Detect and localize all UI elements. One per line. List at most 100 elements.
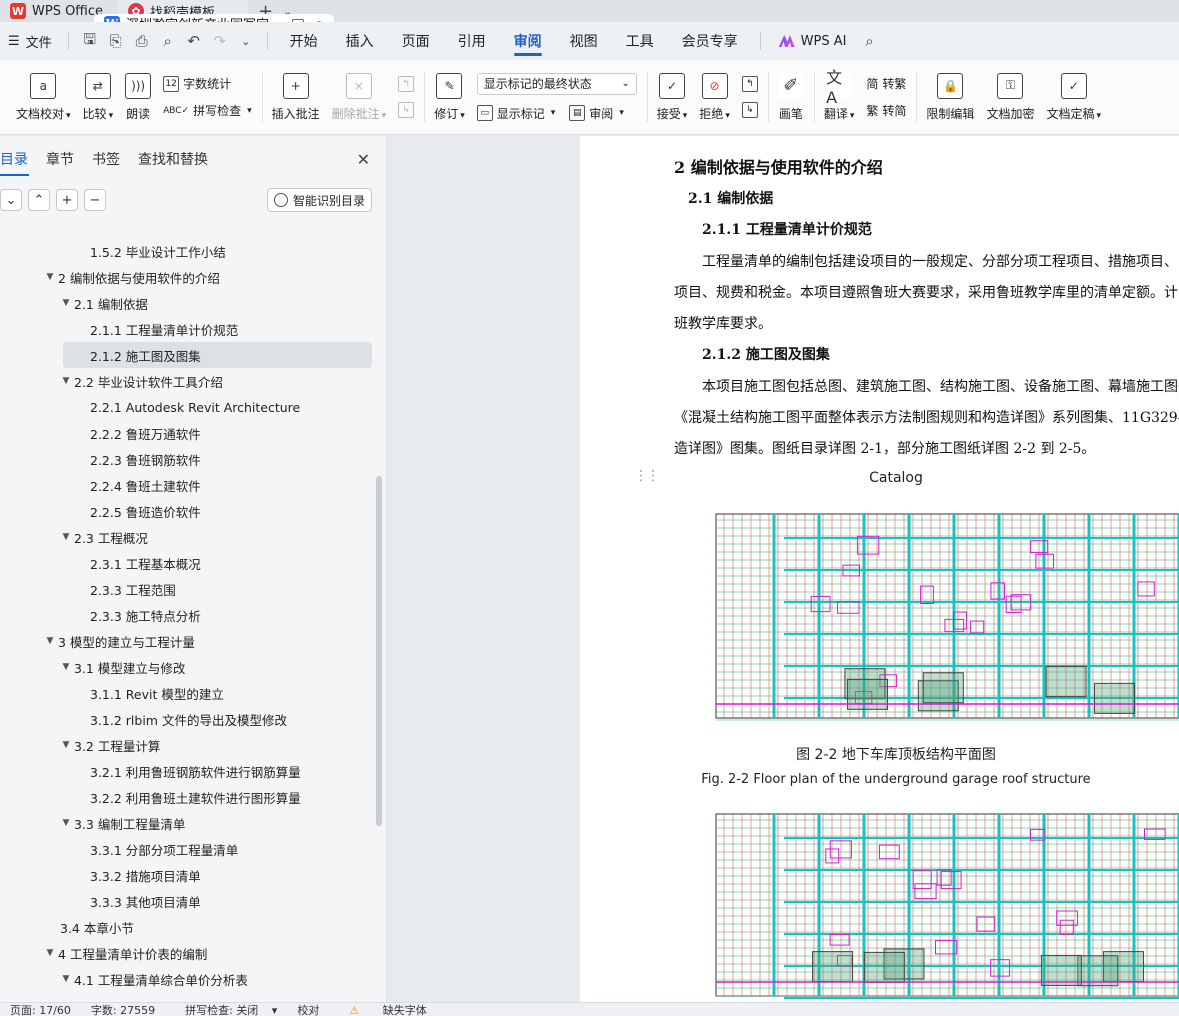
tab-toc[interactable]: 目录 xyxy=(0,136,37,182)
spell-check-status[interactable]: 拼写检查: 关闭 ▾ xyxy=(165,1003,287,1016)
to-traditional-button[interactable]: 简 转繁 xyxy=(866,75,906,92)
toc-item[interactable]: ▼ 4 工程量清单计价表的编制 xyxy=(0,940,372,966)
collapse-triangle-icon[interactable]: ▼ xyxy=(58,662,74,672)
toc-item[interactable]: 2.1.2 施工图及图集 xyxy=(63,342,372,368)
collapse-triangle-icon[interactable]: ▼ xyxy=(42,272,58,282)
word-count-button[interactable]: 12 字数统计 xyxy=(163,75,252,92)
toc-item[interactable]: 3.2.1 利用鲁班钢筋软件进行钢筋算量 xyxy=(0,758,372,784)
toc-item[interactable]: 2.2.2 鲁班万通软件 xyxy=(0,420,372,446)
print-icon[interactable]: ⎙ xyxy=(129,28,155,54)
previous-comment-icon[interactable]: ↰ xyxy=(398,76,415,92)
collapse-triangle-icon[interactable]: ▼ xyxy=(58,974,74,984)
toc-item[interactable]: 2.2.1 Autodesk Revit Architecture xyxy=(0,394,372,420)
print-preview-icon[interactable]: ⌕ xyxy=(155,28,181,54)
to-simplified-button[interactable]: 繁 转简 xyxy=(866,102,906,119)
quick-access-dropdown-icon[interactable]: ⌄ xyxy=(233,28,259,54)
smart-toc-button[interactable]: 智能识别目录 xyxy=(266,188,372,212)
finalize-button[interactable]: ✓ 文档定稿 ▾ xyxy=(1040,60,1107,134)
heading-2-1-2: 2.1.2 施工图及图集 xyxy=(702,347,830,363)
toc-item[interactable]: 3.3.3 其他项目清单 xyxy=(0,888,372,914)
toc-item[interactable]: ▼ 2 编制依据与使用软件的介绍 xyxy=(0,264,372,290)
collapse-triangle-icon[interactable]: ▼ xyxy=(58,298,74,308)
toc-item[interactable]: 2.2.3 鲁班钢筋软件 xyxy=(0,446,372,472)
figure-caption-en: Fig. 2-2 Floor plan of the underground g… xyxy=(701,772,1091,787)
page-counter[interactable]: 页面: 17/60 xyxy=(0,1003,81,1016)
tab-bookmarks[interactable]: 书签 xyxy=(83,136,129,182)
expand-all-icon[interactable]: ⌄ xyxy=(0,189,22,211)
menu-item-start[interactable]: 开始 xyxy=(276,22,332,60)
toc-item[interactable]: 2.2.5 鲁班造价软件 xyxy=(0,498,372,524)
previous-change-icon[interactable]: ↰ xyxy=(741,76,758,92)
toc-item[interactable]: 1.5.2 毕业设计工作小结 xyxy=(0,238,372,264)
chevron-up-icon[interactable]: ⌃ xyxy=(28,189,50,211)
show-markup-button[interactable]: ▭ 显示标记 ▾ xyxy=(476,105,555,122)
close-icon[interactable]: ✕ xyxy=(357,150,370,169)
collapse-triangle-icon[interactable]: ▼ xyxy=(58,818,74,828)
undo-icon[interactable]: ↶ xyxy=(181,28,207,54)
export-icon[interactable]: ⎘ xyxy=(103,28,129,54)
toc-item[interactable]: ▼ 2.1 编制依据 xyxy=(0,290,372,316)
toc-item[interactable]: 3.1.1 Revit 模型的建立 xyxy=(0,680,372,706)
menu-item-review[interactable]: 审阅 xyxy=(500,22,556,60)
reject-button[interactable]: ⊘ 拒绝 ▾ xyxy=(693,60,736,134)
menu-item-member[interactable]: 会员专享 xyxy=(668,22,752,60)
collapse-triangle-icon[interactable]: ▼ xyxy=(58,376,74,386)
spell-check-button[interactable]: ABC✓ 拼写检查 ▾ xyxy=(163,102,252,119)
review-pane-label: 审阅 xyxy=(589,106,614,121)
doc-check-button[interactable]: a 文档校对 ▾ xyxy=(10,60,77,134)
search-icon[interactable]: ⌕ xyxy=(856,28,882,54)
toc-item[interactable]: 2.1.1 工程量清单计价规范 xyxy=(0,316,372,342)
menu-item-page[interactable]: 页面 xyxy=(388,22,444,60)
translate-button[interactable]: 文A 翻译 ▾ xyxy=(818,60,861,134)
toc-item[interactable]: 2.3.1 工程基本概况 xyxy=(0,550,372,576)
toc-item[interactable]: 3.2.2 利用鲁班土建软件进行图形算量 xyxy=(0,784,372,810)
tab-find-replace[interactable]: 查找和替换 xyxy=(129,136,217,182)
collapse-triangle-icon[interactable]: ▼ xyxy=(42,948,58,958)
read-aloud-button[interactable]: ))) 朗读 xyxy=(119,60,157,134)
markup-display-select[interactable]: 显示标记的最终状态 ⌄ xyxy=(476,72,637,95)
add-heading-icon[interactable]: + xyxy=(56,189,78,211)
toc-item[interactable]: ▼ 2.2 毕业设计软件工具介绍 xyxy=(0,368,372,394)
missing-font-status[interactable]: ⚠ 缺失字体 xyxy=(329,1003,446,1016)
collapse-triangle-icon[interactable]: ▼ xyxy=(58,740,74,750)
toc-item[interactable]: ▼ 2.3 工程概况 xyxy=(0,524,372,550)
toc-item[interactable]: ▼ 3.1 模型建立与修改 xyxy=(0,654,372,680)
proof-status[interactable]: 校对 xyxy=(287,1003,329,1016)
save-icon[interactable]: 🖫 xyxy=(77,28,103,54)
insert-comment-button[interactable]: + 插入批注 xyxy=(266,60,326,134)
collapse-triangle-icon[interactable]: ▼ xyxy=(42,636,58,646)
redo-icon[interactable]: ↷ xyxy=(207,28,233,54)
toc-item[interactable]: ▼ 3.2 工程量计算 xyxy=(0,732,372,758)
menu-item-view[interactable]: 视图 xyxy=(556,22,612,60)
menu-item-insert[interactable]: 插入 xyxy=(332,22,388,60)
pen-button[interactable]: ✐ 画笔 xyxy=(772,60,810,134)
file-menu[interactable]: ☰ 文件 xyxy=(0,32,60,51)
remove-heading-icon[interactable]: − xyxy=(84,189,106,211)
delete-comment-button[interactable]: × 删除批注 ▾ xyxy=(326,60,393,134)
toc-item[interactable]: 2.2.4 鲁班土建软件 xyxy=(0,472,372,498)
toc-item[interactable]: 2.3.3 施工特点分析 xyxy=(0,602,372,628)
accept-button[interactable]: ✓ 接受 ▾ xyxy=(651,60,694,134)
menu-item-reference[interactable]: 引用 xyxy=(444,22,500,60)
toc-item[interactable]: ▼ 4.1 工程量清单综合单价分析表 xyxy=(0,966,372,992)
toc-item[interactable]: 2.3.3 工程范围 xyxy=(0,576,372,602)
toc-item[interactable]: 3.1.2 rlbim 文件的导出及模型修改 xyxy=(0,706,372,732)
menu-item-tools[interactable]: 工具 xyxy=(612,22,668,60)
word-counter[interactable]: 字数: 27559 xyxy=(81,1003,165,1016)
collapse-triangle-icon[interactable]: ▼ xyxy=(58,532,74,542)
track-changes-button[interactable]: ✎ 修订 ▾ xyxy=(428,60,471,134)
compare-button[interactable]: ⇄ 比较 ▾ xyxy=(77,60,120,134)
toc-item[interactable]: 3.3.2 措施项目清单 xyxy=(0,862,372,888)
tab-sections[interactable]: 章节 xyxy=(37,136,83,182)
encrypt-button[interactable]: ⚿ 文档加密 xyxy=(980,60,1040,134)
toc-item[interactable]: ▼ 3.3 编制工程量清单 xyxy=(0,810,372,836)
toc-scrollbar[interactable] xyxy=(376,476,382,826)
review-pane-button[interactable]: ▤ 审阅 ▾ xyxy=(569,105,624,122)
next-change-icon[interactable]: ↳ xyxy=(741,102,758,118)
toc-item[interactable]: 3.3.1 分部分项工程量清单 xyxy=(0,836,372,862)
wps-ai-button[interactable]: WPS AI xyxy=(769,34,857,49)
restrict-edit-button[interactable]: 🔒 限制编辑 xyxy=(920,60,980,134)
toc-item[interactable]: 3.4 本章小节 xyxy=(0,914,372,940)
toc-item[interactable]: ▼ 3 模型的建立与工程计量 xyxy=(0,628,372,654)
next-comment-icon[interactable]: ↳ xyxy=(398,102,415,118)
